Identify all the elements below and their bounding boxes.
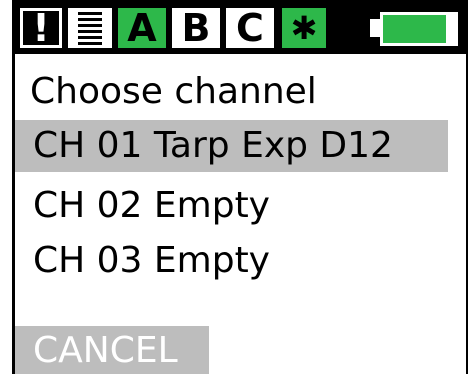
battery-level-fill [383,15,446,43]
channel-item-ch03[interactable]: CH 03 Empty [15,235,448,287]
signal-lines-glyph [78,12,102,45]
battery-icon [380,12,458,46]
channel-item-ch01[interactable]: CH 01 Tarp Exp D12 [15,120,448,172]
screen-border-right [466,0,468,374]
battery-terminal [370,19,380,37]
menu-title: Choose channel [30,71,317,112]
screen-border-left [12,0,15,374]
alert-icon: ! [20,6,62,50]
cancel-button[interactable]: CANCEL [15,326,209,374]
channel-a-indicator: A [118,6,166,50]
bluetooth-icon: ✱ [282,8,326,48]
signal-lines-icon [68,8,112,48]
device-screen: ! A B C ✱ Choose channel CH 01 Tarp Exp … [0,0,471,374]
channel-c-indicator: C [226,6,274,50]
channel-item-ch02[interactable]: CH 02 Empty [15,180,448,232]
channel-b-indicator: B [172,6,220,50]
